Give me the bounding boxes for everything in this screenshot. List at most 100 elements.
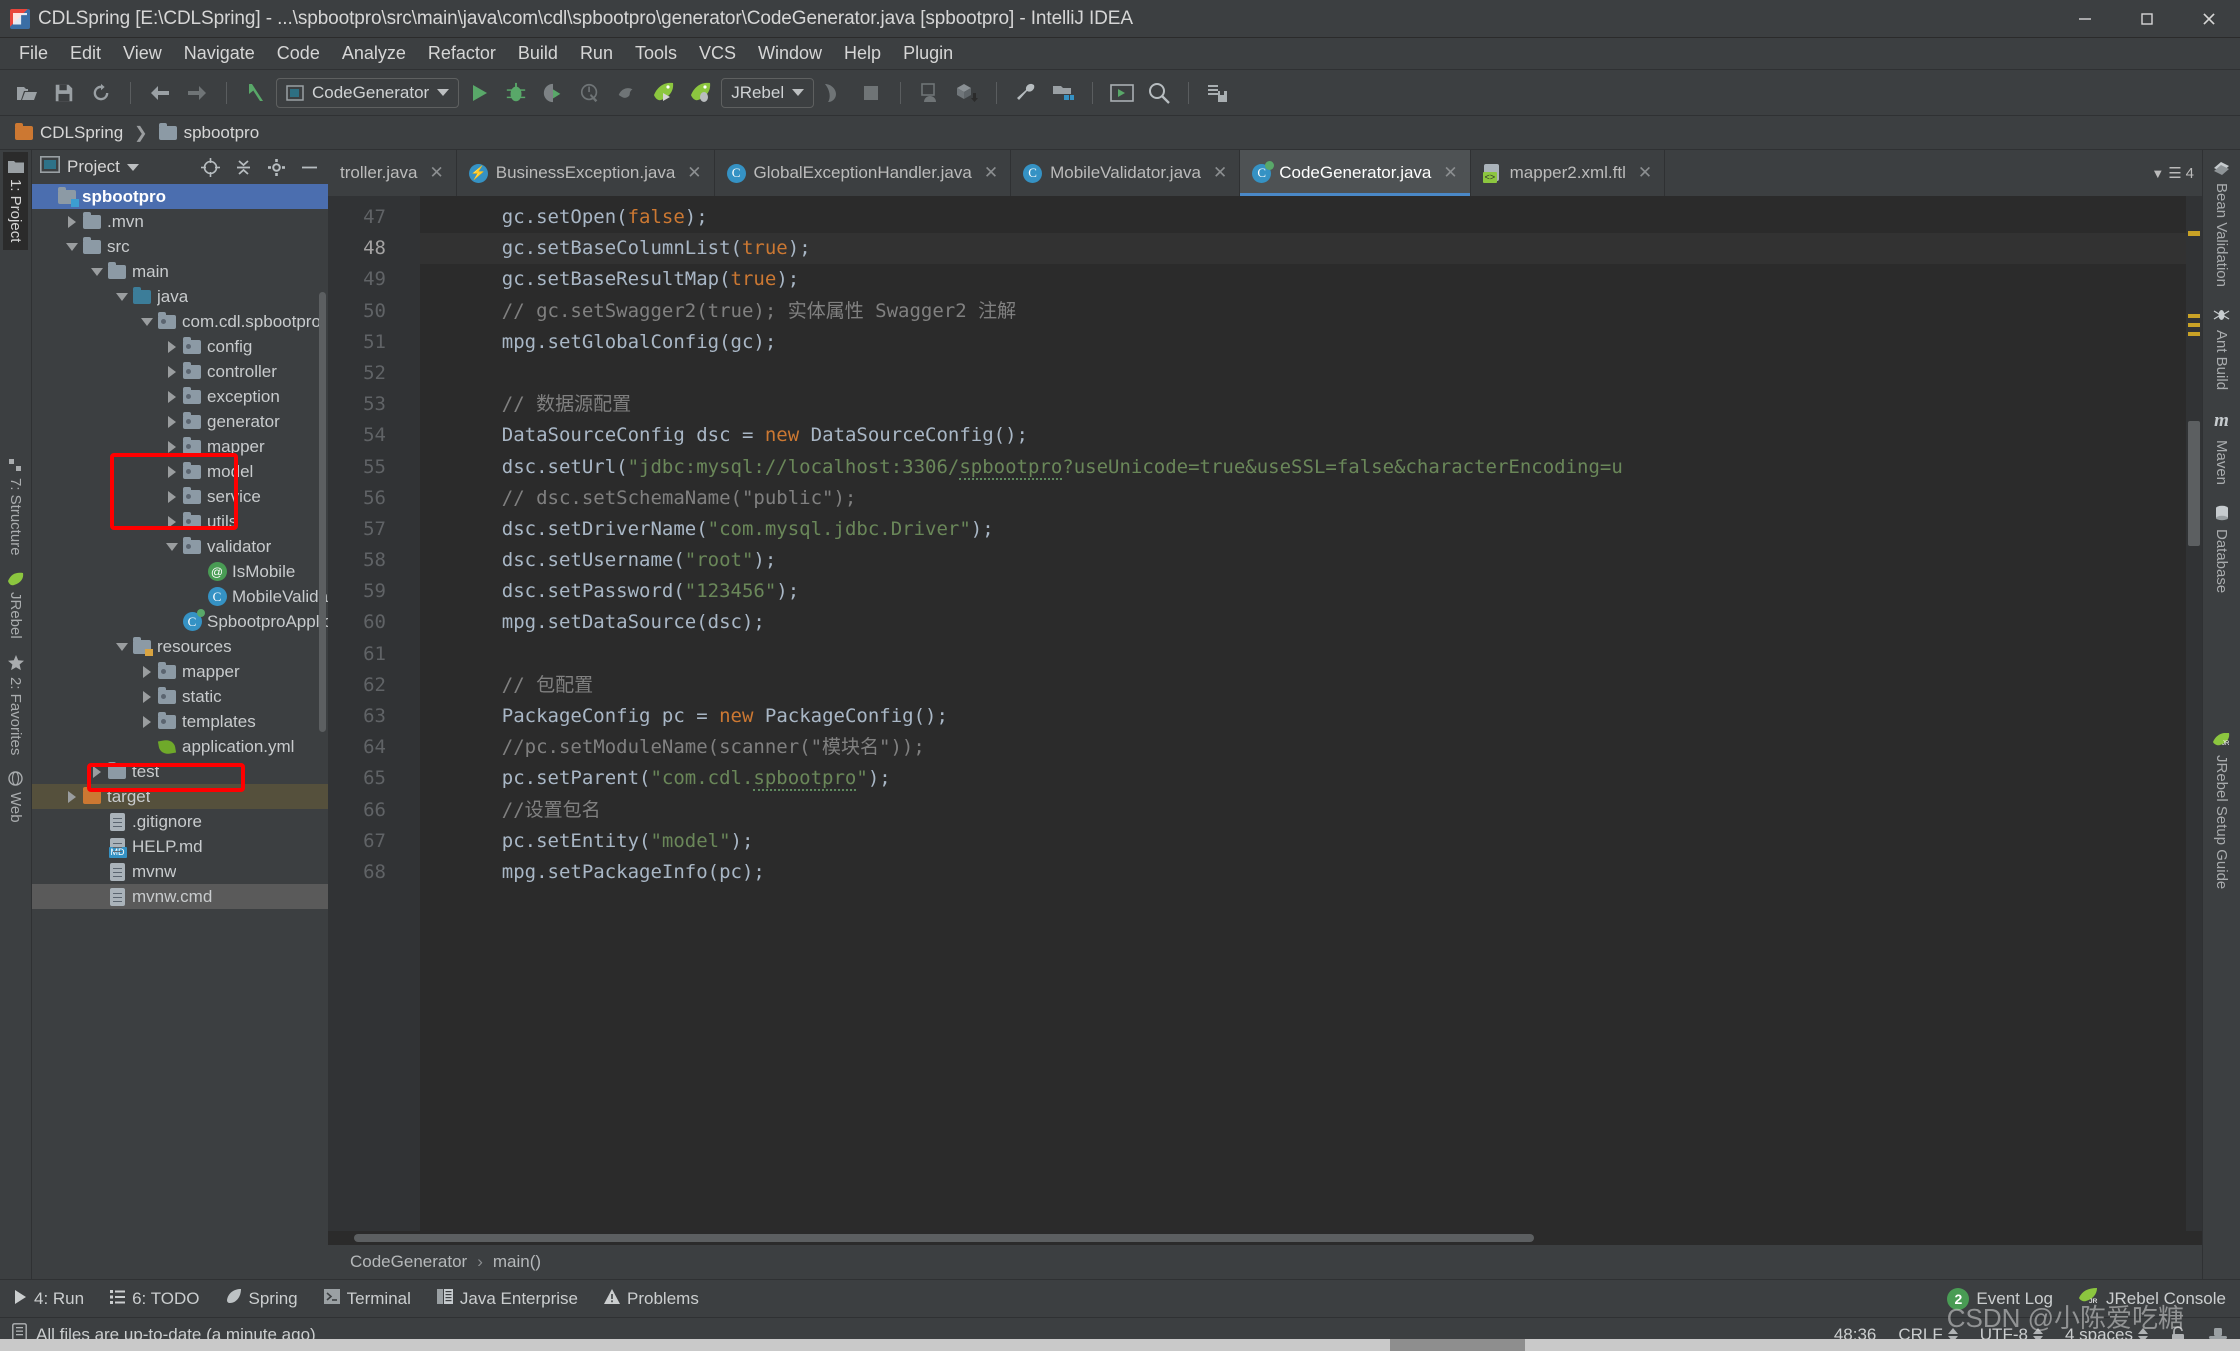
horizontal-scrollbar[interactable] (328, 1231, 2202, 1245)
tree-row-java[interactable]: java (32, 284, 328, 309)
tree-row-mvnw-cmd[interactable]: mvnw.cmd (32, 884, 328, 909)
menu-run[interactable]: Run (569, 40, 624, 67)
tree-row-mapper[interactable]: mapper (32, 434, 328, 459)
breadcrumb-method[interactable]: main() (493, 1252, 541, 1272)
code-line[interactable]: dsc.setUsername("root"); (420, 545, 2186, 576)
tree-row-mapper[interactable]: mapper (32, 659, 328, 684)
debug-icon[interactable] (499, 76, 533, 110)
tree-row-templates[interactable]: templates (32, 709, 328, 734)
tree-row--gitignore[interactable]: .gitignore (32, 809, 328, 834)
menu-window[interactable]: Window (747, 40, 833, 67)
menu-navigate[interactable]: Navigate (173, 40, 266, 67)
vertical-scroll-thumb[interactable] (2188, 421, 2200, 546)
tree-row-help-md[interactable]: MD HELP.md (32, 834, 328, 859)
tree-row-mvnw[interactable]: mvnw (32, 859, 328, 884)
jrebel-toggle-icon[interactable] (817, 76, 851, 110)
code-line[interactable]: dsc.setUrl("jdbc:mysql://localhost:3306/… (420, 452, 2186, 483)
code-line[interactable]: // 包配置 (420, 670, 2186, 701)
tree-row-exception[interactable]: exception (32, 384, 328, 409)
tree-row-mobilevalidator[interactable]: C MobileValidator (32, 584, 328, 609)
menu-refactor[interactable]: Refactor (417, 40, 507, 67)
menu-view[interactable]: View (112, 40, 173, 67)
expand-arrow-icon[interactable] (63, 790, 81, 803)
expand-arrow-icon[interactable] (163, 340, 181, 353)
tool-window-java-enterprise[interactable]: Java Enterprise (436, 1288, 578, 1309)
editor-tab-bar[interactable]: troller.java ✕ ⚡ BusinessException.java ✕ C Gl… (328, 150, 2202, 196)
menu-file[interactable]: File (8, 40, 59, 67)
run-icon[interactable] (462, 76, 496, 110)
save-config-icon[interactable] (1201, 76, 1235, 110)
menu-plugin[interactable]: Plugin (892, 40, 964, 67)
close-button[interactable] (2178, 0, 2240, 37)
code-line[interactable]: pc.setParent("com.cdl.spbootpro"); (420, 763, 2186, 794)
maximize-button[interactable] (2116, 0, 2178, 37)
sidebar-item-maven[interactable]: m Maven (2208, 400, 2235, 495)
code-line[interactable] (420, 358, 2186, 389)
sidebar-item-bean-validation[interactable]: Bean Validation (2208, 150, 2235, 297)
code-line[interactable]: mpg.setPackageInfo(pc); (420, 857, 2186, 888)
tool-window-run[interactable]: 4: Run (14, 1289, 84, 1309)
tool-window-jrebel-console[interactable]: JR JRebel Console (2078, 1288, 2226, 1309)
menu-help[interactable]: Help (833, 40, 892, 67)
tree-row-validator[interactable]: validator (32, 534, 328, 559)
editor-tab-mobilevalidator-java[interactable]: C MobileValidator.java ✕ (1011, 150, 1241, 196)
sidebar-item-database[interactable]: Database (2208, 495, 2235, 603)
code-line[interactable]: mpg.setGlobalConfig(gc); (420, 327, 2186, 358)
collapse-arrow-icon[interactable] (138, 317, 156, 326)
code-line[interactable]: mpg.setDataSource(dsc); (420, 607, 2186, 638)
expand-arrow-icon[interactable] (163, 365, 181, 378)
tree-row-resources[interactable]: resources (32, 634, 328, 659)
code-line[interactable]: dsc.setDriverName("com.mysql.jdbc.Driver… (420, 514, 2186, 545)
tree-row-generator[interactable]: generator (32, 409, 328, 434)
editor-marker-bar[interactable] (2186, 196, 2202, 1231)
code-line[interactable]: //pc.setModuleName(scanner("模块名")); (420, 732, 2186, 763)
tree-row-com-cdl-spbootpro[interactable]: com.cdl.spbootpro (32, 309, 328, 334)
sidebar-item-jrebel[interactable]: JRebel (3, 564, 28, 647)
breadcrumb-project[interactable]: CDLSpring (10, 121, 128, 145)
settings-gear-icon[interactable] (263, 155, 289, 179)
tree-row-ismobile[interactable]: @ IsMobile (32, 559, 328, 584)
breadcrumb-module[interactable]: spbootpro (154, 121, 265, 145)
hide-panel-button[interactable] (296, 155, 322, 179)
expand-arrow-icon[interactable] (163, 515, 181, 528)
close-tab-icon[interactable]: ✕ (1213, 163, 1227, 183)
tool-window-spring[interactable]: Spring (226, 1288, 298, 1309)
expand-arrow-icon[interactable] (163, 440, 181, 453)
code-line[interactable]: PackageConfig pc = new PackageConfig(); (420, 701, 2186, 732)
tool-window-todo[interactable]: 6: TODO (110, 1289, 200, 1309)
collapse-arrow-icon[interactable] (163, 542, 181, 551)
collapse-arrow-icon[interactable] (113, 292, 131, 301)
tree-row--mvn[interactable]: .mvn (32, 209, 328, 234)
code-line[interactable]: // dsc.setSchemaName("public"); (420, 483, 2186, 514)
code-line[interactable]: DataSourceConfig dsc = new DataSourceCon… (420, 420, 2186, 451)
expand-arrow-icon[interactable] (88, 765, 106, 778)
sidebar-item-jrebel-setup-guide[interactable]: JR JRebel Setup Guide (2208, 723, 2235, 899)
tree-row-application-yml[interactable]: application.yml (32, 734, 328, 759)
editor-tab-globalexceptionhandler-java[interactable]: C GlobalExceptionHandler.java ✕ (714, 150, 1012, 196)
code-line[interactable]: gc.setBaseResultMap(true); (420, 264, 2186, 295)
code-line[interactable]: // 数据源配置 (420, 389, 2186, 420)
search-icon[interactable] (1142, 76, 1176, 110)
code-line[interactable]: pc.setEntity("model"); (420, 826, 2186, 857)
run-anything-icon[interactable] (1105, 76, 1139, 110)
code-line[interactable] (420, 639, 2186, 670)
sidebar-item-project[interactable]: 1: Project (3, 152, 28, 251)
open-project-icon[interactable] (10, 76, 44, 110)
expand-arrow-icon[interactable] (163, 390, 181, 403)
breadcrumb-class[interactable]: CodeGenerator (350, 1252, 467, 1272)
close-tab-icon[interactable]: ✕ (984, 163, 998, 183)
tool-window-event-log[interactable]: 2 Event Log (1947, 1287, 2053, 1310)
collapse-all-button[interactable] (230, 155, 256, 179)
expand-arrow-icon[interactable] (163, 465, 181, 478)
sdk-download-icon[interactable] (950, 76, 984, 110)
code-line[interactable]: gc.setBaseColumnList(true); (420, 233, 2186, 265)
scroll-from-source-button[interactable] (197, 155, 223, 179)
menu-code[interactable]: Code (266, 40, 331, 67)
expand-arrow-icon[interactable] (163, 490, 181, 503)
horizontal-scroll-thumb[interactable] (354, 1234, 1534, 1242)
sidebar-item-ant-build[interactable]: Ant Build (2208, 297, 2235, 400)
close-tab-icon[interactable]: ✕ (1638, 163, 1652, 183)
menu-edit[interactable]: Edit (59, 40, 112, 67)
sidebar-item-favorites[interactable]: 2: Favorites (3, 647, 28, 763)
code-line[interactable]: // gc.setSwagger2(true); 实体属性 Swagger2 注… (420, 296, 2186, 327)
